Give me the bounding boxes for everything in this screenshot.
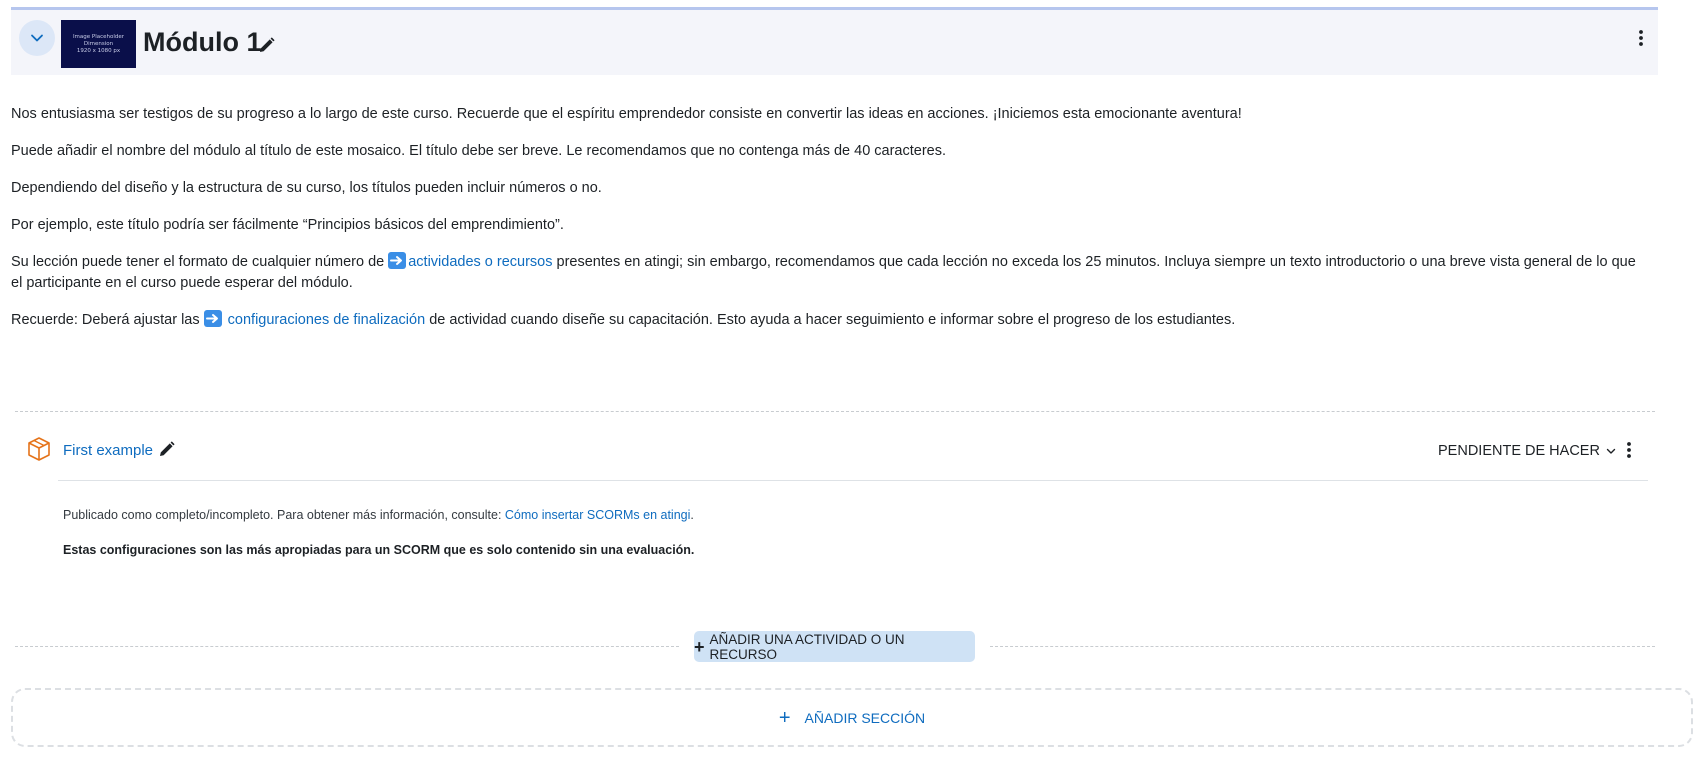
activities-resources-link[interactable]: actividades o recursos (408, 254, 552, 270)
info-text: Publicado como completo/incompleto. Para… (63, 508, 505, 522)
section-thumbnail: Image Placeholder Dimension 1920 x 1080 … (61, 20, 136, 68)
completion-status-label: PENDIENTE DE HACER (1438, 443, 1600, 459)
plus-icon: + (694, 636, 705, 657)
add-activity-divider-right (990, 646, 1655, 647)
edit-activity-name-button[interactable] (158, 440, 178, 460)
add-activity-label: AÑADIR UNA ACTIVIDAD O UN RECURSO (709, 631, 905, 662)
right-arrow-icon (203, 310, 222, 327)
right-arrow-icon (388, 252, 407, 269)
add-section-label: AÑADIR SECCIÓN (804, 709, 926, 726)
activity-divider (58, 480, 1648, 481)
activity-menu-button[interactable] (1619, 438, 1639, 462)
section-title: Módulo 1 (143, 27, 262, 57)
pencil-icon (160, 441, 175, 456)
thumbnail-text: Image Placeholder Dimension 1920 x 1080 … (72, 33, 125, 54)
edit-title-button[interactable] (258, 36, 278, 56)
activity-top-divider (15, 411, 1655, 412)
scorm-package-icon (26, 436, 52, 462)
section-summary: Nos entusiasma ser testigos de su progre… (11, 104, 1651, 347)
section-header: Image Placeholder Dimension 1920 x 1080 … (11, 7, 1658, 75)
summary-text: Su lección puede tener el formato de cua… (11, 254, 389, 270)
plus-icon: + (778, 706, 791, 729)
summary-paragraph: Nos entusiasma ser testigos de su progre… (11, 106, 1242, 122)
activity-info-text: Publicado como completo/incompleto. Para… (63, 508, 694, 522)
summary-paragraph: Recuerde: Deberá ajustar las configuraci… (11, 310, 1651, 331)
info-period: . (690, 508, 694, 522)
add-activity-button[interactable]: + AÑADIR UNA ACTIVIDAD O UN RECURSO (694, 631, 975, 662)
add-section-button[interactable]: + AÑADIR SECCIÓN (11, 688, 1693, 747)
summary-paragraph: Por ejemplo, este título podría ser fáci… (11, 217, 564, 233)
summary-paragraph: Su lección puede tener el formato de cua… (11, 252, 1651, 294)
summary-text: de actividad cuando diseñe su capacitaci… (425, 312, 1236, 328)
kebab-menu-icon (1627, 442, 1631, 458)
summary-text: Recuerde: Deberá ajustar las (11, 312, 204, 328)
activity-info-bold: Estas configuraciones son las más apropi… (63, 543, 695, 557)
chevron-down-icon (1606, 448, 1616, 454)
add-activity-divider-left (15, 646, 679, 647)
scorm-help-link[interactable]: Cómo insertar SCORMs en atingi (505, 508, 690, 522)
completion-settings-link[interactable]: configuraciones de finalización (228, 312, 426, 328)
pencil-icon (260, 37, 275, 52)
collapse-section-button[interactable] (19, 20, 55, 56)
kebab-menu-icon (1639, 30, 1643, 46)
summary-paragraph: Puede añadir el nombre del módulo al tít… (11, 143, 947, 159)
activity-link[interactable]: First example (63, 442, 153, 459)
completion-status-dropdown[interactable]: PENDIENTE DE HACER (1438, 443, 1616, 459)
chevron-down-icon (31, 34, 43, 42)
section-menu-button[interactable] (1631, 26, 1651, 50)
summary-paragraph: Dependiendo del diseño y la estructura d… (11, 180, 602, 196)
